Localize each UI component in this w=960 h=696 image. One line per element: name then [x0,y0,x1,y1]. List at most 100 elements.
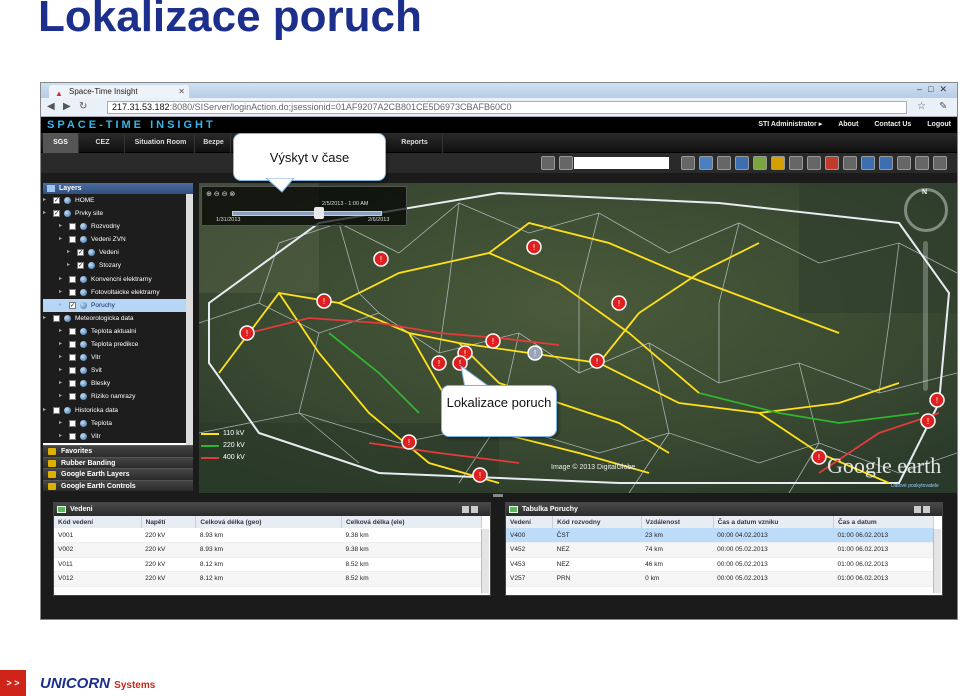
table-row[interactable]: V453 NEZ 46 km 00:00 05.02.2013 01:00 06.02.… [506,557,934,572]
layer-item[interactable]: ▸ Blesky [43,377,193,391]
accordion-header[interactable]: Favorites [43,445,193,457]
layer-item[interactable]: ▸ ✓ Prvky site [43,207,193,221]
star-icon[interactable]: ☆ [917,101,926,112]
layer-checkbox[interactable] [69,288,76,296]
tool-icon-1[interactable] [681,156,695,170]
expand-icon[interactable]: ▸ [59,390,62,403]
tool-icon-14[interactable] [915,156,929,170]
menu-reports[interactable]: Reports [387,133,443,153]
layer-item[interactable]: ▸ Konvencni elektrarny [43,272,193,286]
time-slider-controls[interactable]: ⊕ ⊖ ⊖ ⊗ [206,190,235,198]
layer-checkbox[interactable]: ✓ [53,197,60,204]
expand-icon[interactable]: ▸ [59,364,62,377]
expand-icon[interactable]: ▸ [43,194,46,207]
search-input[interactable] [574,157,669,169]
tool-icon-4[interactable] [735,156,749,170]
expand-icon[interactable]: ▸ [59,417,62,430]
table-row[interactable]: V001 220 kV 8.93 km 9.38 km [54,528,482,543]
table-row[interactable]: V012 220 kV 8.12 km 8.52 km [54,571,482,587]
tool-icon-12[interactable] [879,156,893,170]
fault-marker[interactable]: ! [472,467,488,483]
expand-icon[interactable]: ▸ [43,404,46,417]
layer-checkbox[interactable] [69,223,76,231]
user-menu-link[interactable]: STI Administrator ▸ [758,121,822,128]
settings-icon[interactable] [541,156,555,170]
fault-marker[interactable]: ! [431,355,447,371]
layer-checkbox[interactable] [69,327,76,335]
search-icon[interactable] [559,156,573,170]
layer-item[interactable]: ▸ Vitr [43,351,193,365]
wrench-icon[interactable]: ✎ [939,101,947,112]
column-header[interactable]: Čas a datum vzniku [713,516,834,528]
map-zoom-slider[interactable] [923,241,928,391]
table-row[interactable]: V011 220 kV 8.12 km 8.52 km [54,557,482,572]
tool-icon-10[interactable] [843,156,857,170]
layer-item[interactable]: ▸ Historicka data [43,403,193,417]
map-compass[interactable]: N [904,188,948,232]
tool-icon-5[interactable] [753,156,767,170]
layer-item[interactable]: ▸ ✓ HOME [43,194,193,208]
panel-window-controls[interactable] [460,505,486,513]
menu-sgs[interactable]: SGS [43,133,79,153]
column-header[interactable]: Vzdálenost [641,516,714,528]
fault-marker-inactive[interactable]: ! [527,345,543,361]
layer-checkbox[interactable]: ✓ [77,249,84,257]
layer-item[interactable]: ▸ Teplota [43,416,193,430]
tool-icon-3[interactable] [717,156,731,170]
accordion-header[interactable]: Google Earth Controls [43,479,193,491]
expand-icon[interactable]: ▸ [59,299,62,312]
layer-checkbox[interactable] [69,275,76,283]
time-slider[interactable]: ⊕ ⊖ ⊖ ⊗ 2/5/2013 - 1:00 AM 1/31/2013 2/6… [201,186,407,226]
layer-checkbox[interactable] [69,393,76,401]
column-header[interactable]: Kód rozvodny [552,516,642,528]
tool-icon-13[interactable] [897,156,911,170]
column-header[interactable]: Kód vedení [54,516,142,528]
layer-item[interactable]: ▸ Vedeni ZVN [43,233,193,247]
layer-checkbox[interactable] [69,341,76,349]
layer-item[interactable]: ▸ ✓ Stozary [43,259,193,273]
layer-checkbox[interactable] [69,236,76,244]
forward-icon[interactable]: ▶ [63,101,71,112]
close-tab-icon[interactable]: ✕ [178,85,185,98]
tool-icon-9[interactable] [825,156,839,170]
fault-marker[interactable]: ! [485,333,501,349]
panel-window-controls[interactable] [912,505,938,513]
layer-checkbox[interactable] [69,432,76,440]
fault-marker[interactable]: ! [526,239,542,255]
window-controls[interactable]: –□✕ [917,84,953,95]
fault-marker[interactable]: ! [239,325,255,341]
data-attribution-link[interactable]: Datové poskytovatele [891,483,939,489]
layer-item[interactable]: ▸ Teplota predikce [43,338,193,352]
expand-icon[interactable]: ▸ [43,312,46,325]
layer-checkbox[interactable] [53,406,60,414]
column-header[interactable]: Celková délka (ele) [341,516,483,528]
vedeni-scrollbar[interactable] [481,529,489,593]
expand-icon[interactable]: ▸ [59,430,62,443]
time-slider-track[interactable] [232,211,382,216]
accordion-header[interactable]: Google Earth Layers [43,468,193,480]
time-slider-thumb[interactable] [314,207,324,219]
layer-item[interactable]: ▸ Svit [43,364,193,378]
reload-icon[interactable]: ↻ [79,101,87,112]
expand-icon[interactable]: ▸ [59,377,62,390]
column-header[interactable]: Vedení [506,516,554,528]
back-icon[interactable]: ◀ [47,101,55,112]
logout-link[interactable]: Logout [927,121,951,128]
column-header[interactable]: Celková délka (geo) [195,516,342,528]
layer-checkbox[interactable]: ✓ [53,210,60,218]
layers-header[interactable]: Layers [43,183,193,194]
expand-icon[interactable]: ▸ [59,233,62,246]
poruchy-scrollbar[interactable] [933,529,941,593]
table-row[interactable]: V002 220 kV 8.93 km 9.38 km [54,542,482,558]
expand-icon[interactable]: ▸ [59,338,62,351]
layer-item[interactable]: ▸ Teplota aktualni [43,324,193,339]
fault-marker[interactable]: ! [401,434,417,450]
tool-icon-2[interactable] [699,156,713,170]
table-row[interactable]: V400 ČST 23 km 00:00 04.02.2013 01:00 06.02.… [506,528,934,543]
layer-checkbox[interactable] [69,380,76,388]
url-field[interactable]: 217.31.53.182:8080/SIServer/loginAction.… [107,101,907,114]
browser-tab[interactable]: ▲ Space-Time Insight ✕ [49,85,189,98]
tool-icon-7[interactable] [789,156,803,170]
layer-checkbox[interactable]: ✓ [77,262,84,270]
layer-item[interactable]: ▸ Vitr [43,429,193,443]
